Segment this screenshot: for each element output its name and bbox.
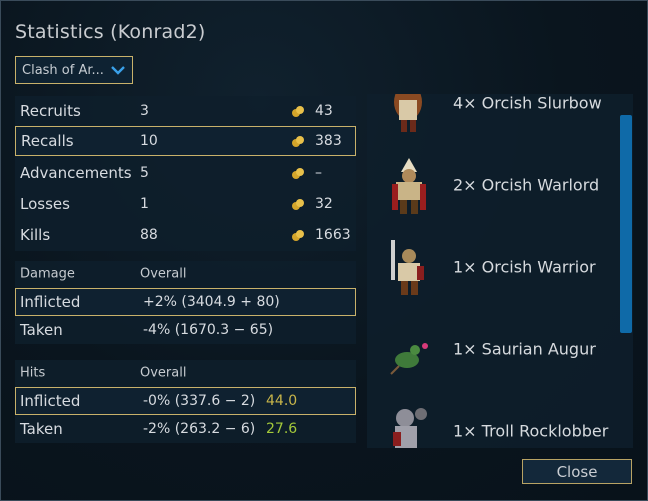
gold-coins-icon (292, 168, 304, 179)
gold-coins-icon (292, 230, 304, 241)
hits-inflicted-row[interactable]: Inflicted -0% (337.6 − 2) 44.0 (15, 387, 356, 415)
orc-warlord-icon (392, 158, 426, 214)
stat-count: 5 (140, 165, 149, 181)
hits-taken-row: Taken -2% (263.2 − 6) 27.6 (15, 415, 356, 443)
stat-gold: 1663 (315, 227, 351, 243)
stat-label: Losses (20, 195, 70, 213)
hits-taken-value: -2% (263.2 − 6) (143, 421, 256, 437)
stats-row-kills: Kills 88 1663 (15, 220, 356, 250)
hits-inflicted-extra: 44.0 (266, 393, 298, 409)
damage-header: Damage (20, 266, 75, 282)
damage-overall-header: Overall (140, 266, 187, 282)
unit-list-item[interactable]: 2× Orcish Warlord (367, 144, 627, 226)
stats-row-recalls[interactable]: Recalls 10 383 (15, 126, 356, 156)
gold-coins-icon (292, 106, 304, 117)
stats-row-advancements: Advancements 5 – (15, 158, 356, 188)
stats-row-losses: Losses 1 32 (15, 189, 356, 219)
unit-name: 2× Orcish Warlord (453, 175, 600, 195)
unit-list[interactable]: 4× Orcish Slurbow 2× Orcish Warlord 1× O… (367, 94, 633, 448)
damage-taken-label: Taken (20, 321, 63, 339)
stat-gold: – (315, 165, 322, 181)
unit-name: 1× Saurian Augur (453, 339, 596, 359)
stat-gold: 43 (315, 103, 333, 119)
gold-coins-icon (292, 136, 304, 147)
stat-label: Advancements (20, 164, 132, 182)
hits-header: Hits (20, 365, 46, 381)
stat-count: 3 (140, 103, 149, 119)
stat-count: 88 (140, 227, 158, 243)
damage-taken-value: -4% (1670.3 − 65) (143, 322, 274, 338)
unit-list-item[interactable]: 1× Orcish Warrior (367, 226, 627, 308)
hits-header-row: Hits Overall (15, 359, 356, 387)
stat-gold: 32 (315, 196, 333, 212)
damage-header-row: Damage Overall (15, 260, 356, 288)
statistics-dialog: Statistics (Konrad2) Clash of Ar... Recr… (0, 0, 648, 501)
stats-row-recruits: Recruits 3 43 (15, 96, 356, 126)
damage-taken-row: Taken -4% (1670.3 − 65) (15, 316, 356, 344)
damage-inflicted-value: +2% (3404.9 + 80) (143, 294, 280, 310)
close-button[interactable]: Close (522, 459, 632, 484)
unit-name: 1× Orcish Warrior (453, 257, 596, 277)
stat-count: 1 (140, 196, 149, 212)
damage-inflicted-label: Inflicted (20, 293, 81, 311)
unit-list-item[interactable]: 1× Saurian Augur (367, 308, 627, 390)
orc-warrior-icon (391, 240, 424, 295)
damage-inflicted-row[interactable]: Inflicted +2% (3404.9 + 80) (15, 288, 356, 316)
gold-coins-icon (292, 199, 304, 210)
unit-list-item[interactable]: 1× Troll Rocklobber (367, 390, 627, 448)
unit-list-item[interactable]: 4× Orcish Slurbow (367, 94, 627, 144)
unit-name: 1× Troll Rocklobber (453, 421, 609, 441)
orc-slurbow-icon (394, 94, 422, 132)
troll-rocklobber-icon (393, 408, 427, 448)
scenario-dropdown-label: Clash of Ar... (22, 62, 104, 78)
unit-name: 4× Orcish Slurbow (453, 94, 602, 113)
hits-inflicted-label: Inflicted (20, 392, 81, 410)
hits-taken-extra: 27.6 (266, 421, 298, 437)
stat-count: 10 (140, 133, 158, 149)
stat-label: Recalls (21, 132, 74, 150)
hits-overall-header: Overall (140, 365, 187, 381)
hits-taken-label: Taken (20, 420, 63, 438)
stat-label: Kills (20, 226, 51, 244)
scenario-dropdown[interactable]: Clash of Ar... (15, 56, 133, 84)
stat-gold: 383 (315, 133, 342, 149)
saurian-augur-icon (390, 343, 428, 375)
chevron-down-icon (111, 66, 125, 75)
hits-inflicted-value: -0% (337.6 − 2) (143, 393, 256, 409)
dialog-title: Statistics (Konrad2) (15, 21, 206, 43)
unit-list-scrollbar[interactable] (620, 115, 632, 333)
stat-label: Recruits (20, 102, 81, 120)
